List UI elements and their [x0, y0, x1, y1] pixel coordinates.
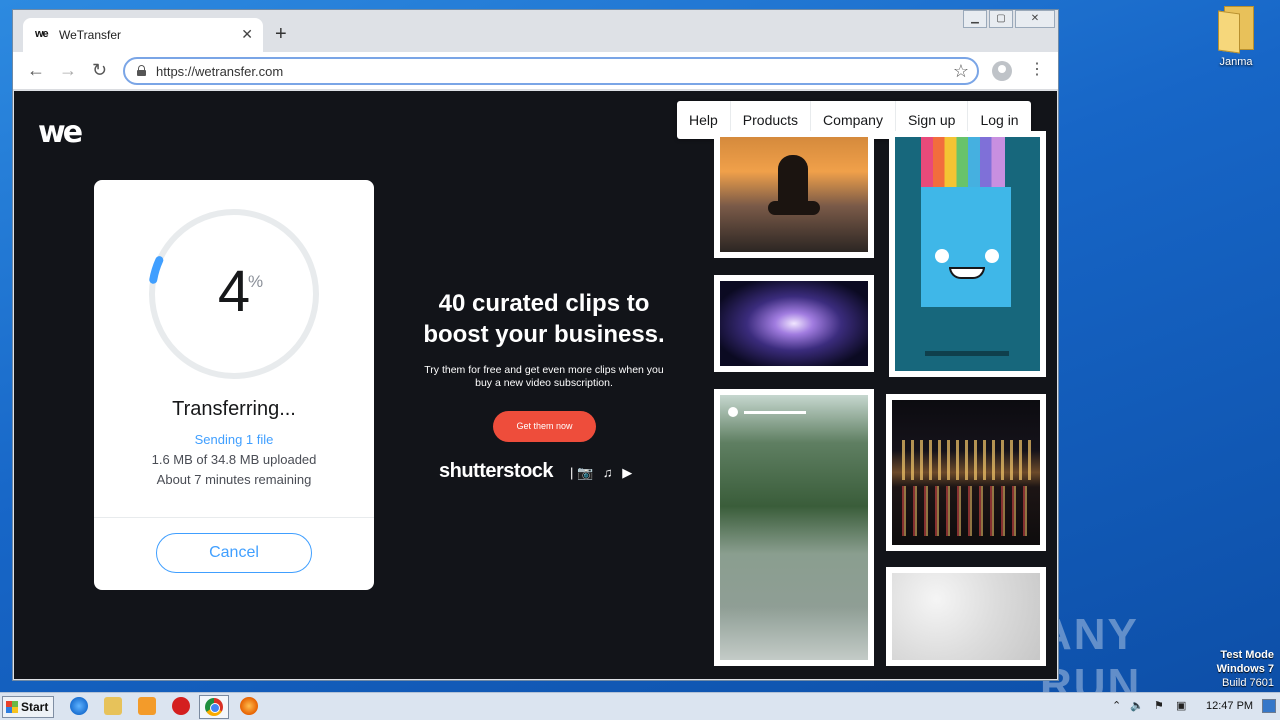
tab-wetransfer[interactable]: we WeTransfer ✕ — [23, 18, 263, 52]
taskbar: Start ⌃ 🔈 ⚑ ▣ 12:47 PM — [0, 692, 1280, 720]
ad-tile-forest — [714, 389, 874, 666]
ad-tile-yoga — [714, 131, 874, 258]
desktop-folder-label: Janma — [1219, 56, 1253, 68]
bookmark-star-icon[interactable]: ☆ — [953, 61, 969, 82]
transfer-card: 4 % Transferring... Sending 1 file 1.6 M… — [94, 180, 374, 590]
internet-explorer-icon[interactable] — [70, 697, 88, 715]
close-window-button[interactable]: ✕ — [1015, 10, 1055, 28]
flag-icon[interactable]: ⚑ — [1154, 699, 1164, 712]
start-label: Start — [21, 700, 49, 714]
network-icon[interactable]: ▣ — [1176, 699, 1186, 712]
windows-logo-icon — [6, 701, 18, 713]
uploaded-size-text: 1.6 MB of 34.8 MB uploaded — [151, 452, 317, 467]
browser-menu-icon[interactable]: ⋮ — [1029, 61, 1045, 79]
url-text: https://wetransfer.com — [156, 64, 284, 79]
file-explorer-icon[interactable] — [104, 697, 122, 715]
test-mode-line1: Test Mode — [1220, 649, 1274, 661]
desktop-folder[interactable]: Janma — [1206, 6, 1266, 68]
anyrun-watermark: ANY RUN — [1040, 610, 1240, 692]
camera-icon: | 📷 — [570, 465, 594, 480]
card-divider — [94, 517, 374, 518]
progress-percent: 4 — [217, 259, 251, 324]
show-desktop-button[interactable] — [1262, 699, 1276, 713]
test-mode-notice: Test Mode Windows 7 Build 7601 — [1217, 648, 1274, 690]
lock-icon — [137, 65, 146, 76]
close-tab-icon[interactable]: ✕ — [241, 26, 253, 43]
ad-media-icons: | 📷 ♫ ▶ — [570, 465, 638, 481]
address-bar[interactable]: https://wetransfer.com ☆ — [123, 57, 979, 85]
profile-avatar-icon[interactable] — [992, 61, 1012, 81]
ad-tile-city — [886, 394, 1046, 551]
cancel-button[interactable]: Cancel — [156, 533, 312, 573]
wetransfer-favicon-icon: we — [35, 28, 49, 40]
test-mode-line2: Windows 7 — [1216, 663, 1274, 675]
chrome-icon — [205, 698, 223, 716]
get-them-now-button[interactable]: Get them now — [493, 411, 596, 442]
opera-icon[interactable] — [172, 697, 190, 715]
folder-icon — [1218, 6, 1254, 54]
reload-icon[interactable]: ↻ — [92, 60, 107, 80]
music-icon: ♫ — [602, 465, 613, 480]
start-button[interactable]: Start — [2, 696, 54, 718]
minimize-button[interactable]: ▁ — [963, 10, 987, 28]
transfer-status-title: Transferring... — [172, 398, 296, 420]
sending-files-text[interactable]: Sending 1 file — [94, 432, 374, 447]
test-mode-line3: Build 7601 — [1222, 677, 1274, 689]
time-remaining-text: About 7 minutes remaining — [156, 472, 312, 487]
new-tab-button[interactable]: + — [275, 24, 287, 44]
ad-tile-galaxy — [714, 275, 874, 372]
tab-title: WeTransfer — [59, 28, 122, 42]
wetransfer-page: we Help Products Company Sign up Log in … — [14, 91, 1057, 679]
media-player-icon[interactable] — [138, 697, 156, 715]
ad-tile-hexagons — [886, 567, 1046, 666]
ad-headline: 40 curated clips to boost your business. — [423, 290, 665, 348]
forward-arrow-icon[interactable]: → — [59, 60, 77, 80]
percent-sign: % — [248, 272, 264, 291]
shutterstock-logo: shutterstock — [439, 460, 554, 482]
back-arrow-icon[interactable]: ← — [27, 60, 45, 80]
firefox-icon[interactable] — [240, 697, 258, 715]
ad-tile-cartoon — [889, 131, 1046, 377]
clock[interactable]: 12:47 PM — [1206, 700, 1253, 712]
wetransfer-logo[interactable]: we — [38, 115, 83, 150]
system-tray: ⌃ 🔈 ⚑ ▣ 12:47 PM — [1104, 693, 1280, 720]
ad-body: Try them for free and get even more clip… — [424, 364, 664, 389]
tray-expand-icon[interactable]: ⌃ — [1112, 699, 1121, 712]
volume-icon[interactable]: 🔈 — [1130, 699, 1144, 712]
browser-toolbar: ← → ↻ https://wetransfer.com ☆ ⋮ — [13, 52, 1058, 90]
video-icon: ▶ — [622, 465, 633, 480]
maximize-button[interactable]: ▢ — [989, 10, 1013, 28]
browser-window: we WeTransfer ✕ + ▁ ▢ ✕ ← → ↻ https://we… — [12, 9, 1059, 681]
browser-titlebar: we WeTransfer ✕ + ▁ ▢ ✕ — [13, 10, 1058, 52]
chrome-taskbar-button[interactable] — [199, 695, 229, 719]
